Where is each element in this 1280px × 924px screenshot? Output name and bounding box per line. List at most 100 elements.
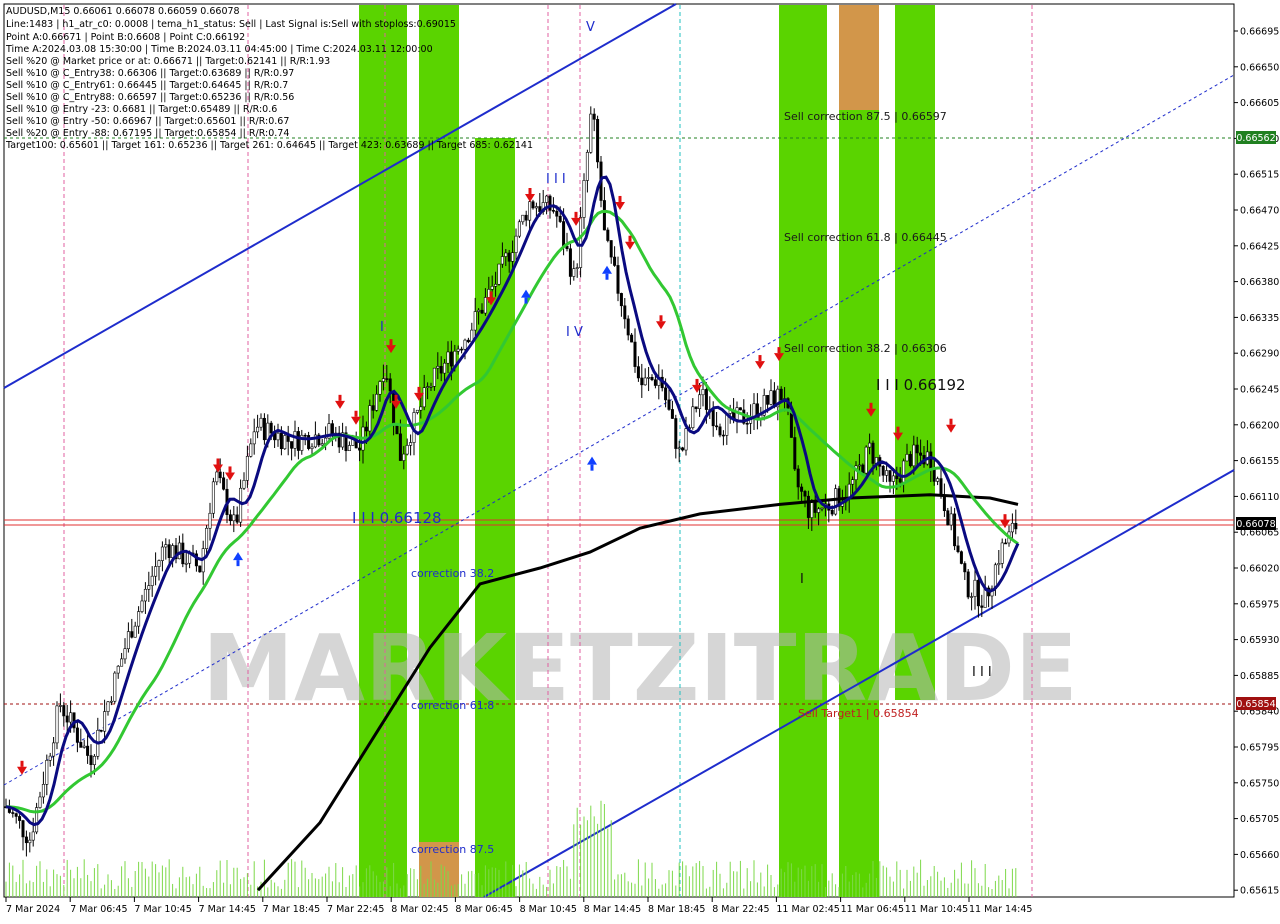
candle-body (419, 406, 423, 411)
candle-body (973, 579, 977, 597)
info-line: Point A:0.66671 | Point B:0.6608 | Point… (6, 32, 245, 43)
y-tick-label: 0.66695 (1240, 27, 1279, 38)
x-tick-label: 11 Mar 06:45 (841, 904, 904, 915)
candle-body (677, 447, 681, 450)
candle-body (936, 478, 940, 482)
x-tick-label: 11 Mar 14:45 (969, 904, 1032, 915)
candle-body (942, 495, 946, 512)
candle-body (868, 442, 872, 448)
candle-body (647, 377, 651, 379)
sell-arrow-stem (896, 426, 900, 433)
candle-body (582, 180, 586, 218)
candle-body (443, 362, 447, 374)
candle-body (745, 422, 749, 425)
buy-arrow-stem (605, 273, 609, 280)
candle-body (140, 600, 144, 612)
info-line: Sell %20 @ Market price or at: 0.66671 |… (6, 56, 330, 67)
candle-body (392, 390, 396, 425)
candle-body (517, 221, 521, 237)
y-tick-label: 0.65885 (1240, 671, 1279, 682)
candle-body (888, 470, 892, 482)
candle-body (908, 454, 912, 467)
candle-body (106, 701, 110, 712)
candle-body (524, 214, 528, 221)
sell-arrow-stem (777, 347, 781, 354)
candle-body (966, 571, 970, 598)
x-tick-label: 8 Mar 18:45 (648, 904, 705, 915)
wave-1b-label: I (800, 572, 804, 587)
candle-body (436, 366, 440, 369)
candle-body (320, 443, 324, 446)
y-tick-label: 0.66605 (1240, 98, 1279, 109)
sell-arrow-stem (489, 291, 493, 298)
candle-body (466, 339, 470, 343)
candle-body (681, 447, 685, 451)
candle-body (609, 240, 613, 258)
candle-body (130, 631, 134, 638)
candle-body (939, 478, 943, 497)
x-tick-label: 7 Mar 10:45 (134, 904, 191, 915)
candle-body (171, 545, 175, 558)
candle-body (364, 426, 368, 432)
candle-body (820, 507, 824, 510)
candle-body (980, 605, 984, 608)
y-tick-label: 0.65750 (1240, 778, 1279, 789)
candle-body (242, 480, 246, 489)
candle-body (895, 475, 899, 479)
candle-body (514, 235, 518, 253)
sell-arrow-stem (574, 211, 578, 218)
candle-body (946, 510, 950, 526)
candle-body (460, 348, 464, 351)
candle-body (330, 423, 334, 436)
candle-body (426, 386, 430, 388)
candle-body (41, 784, 45, 798)
candle-body (1010, 522, 1014, 533)
candle-body (711, 409, 715, 427)
y-tick-label: 0.66290 (1240, 349, 1279, 360)
candle-body (670, 409, 674, 419)
y-tick-label: 0.66110 (1240, 492, 1279, 503)
candle-body (701, 389, 705, 396)
candle-body (48, 755, 52, 761)
candle-body (528, 201, 532, 221)
candle-body (232, 514, 236, 522)
candle-body (405, 445, 409, 455)
candle-body (378, 381, 382, 395)
candle-body (62, 705, 66, 717)
candle-body (347, 445, 351, 452)
chart-container: MARKETZITRADE Sell correction 87.5 | 0.6… (0, 0, 1280, 920)
candle-body (208, 512, 212, 529)
y-tick-label: 0.66380 (1240, 277, 1279, 288)
chart-svg: MARKETZITRADE Sell correction 87.5 | 0.6… (0, 0, 1280, 920)
candle-body (89, 755, 93, 765)
candle-body (205, 527, 209, 549)
candle-body (256, 426, 260, 433)
candle-body (817, 508, 821, 513)
info-line: Sell %10 @ C_Entry88: 0.66597 || Target:… (6, 92, 294, 103)
candle-body (58, 705, 62, 707)
badge-current-text: 0.66078 (1236, 519, 1275, 530)
candle-body (548, 195, 552, 211)
sell-arrow-stem (628, 235, 632, 242)
candle-body (912, 444, 916, 467)
candle-body (402, 453, 406, 461)
candle-body (38, 796, 42, 808)
candle-body (28, 839, 32, 844)
candle-body (953, 513, 957, 547)
candle-body (667, 399, 671, 410)
symbol-line: AUDUSD,M15 0.66061 0.66078 0.66059 0.660… (6, 6, 240, 17)
candle-body (164, 544, 168, 548)
candle-body (65, 715, 69, 723)
candle-body (572, 268, 576, 277)
candle-body (11, 812, 15, 814)
candle-body (640, 377, 644, 386)
wave-5-label: V (586, 20, 595, 35)
candle-body (619, 293, 623, 307)
y-tick-label: 0.65795 (1240, 743, 1279, 754)
sell-arrow-stem (758, 355, 762, 362)
candle-body (409, 442, 413, 446)
candle-body (494, 283, 498, 287)
badge-target-text: 0.65854 (1236, 699, 1275, 710)
candle-body (463, 339, 467, 350)
candle-body (589, 113, 593, 153)
